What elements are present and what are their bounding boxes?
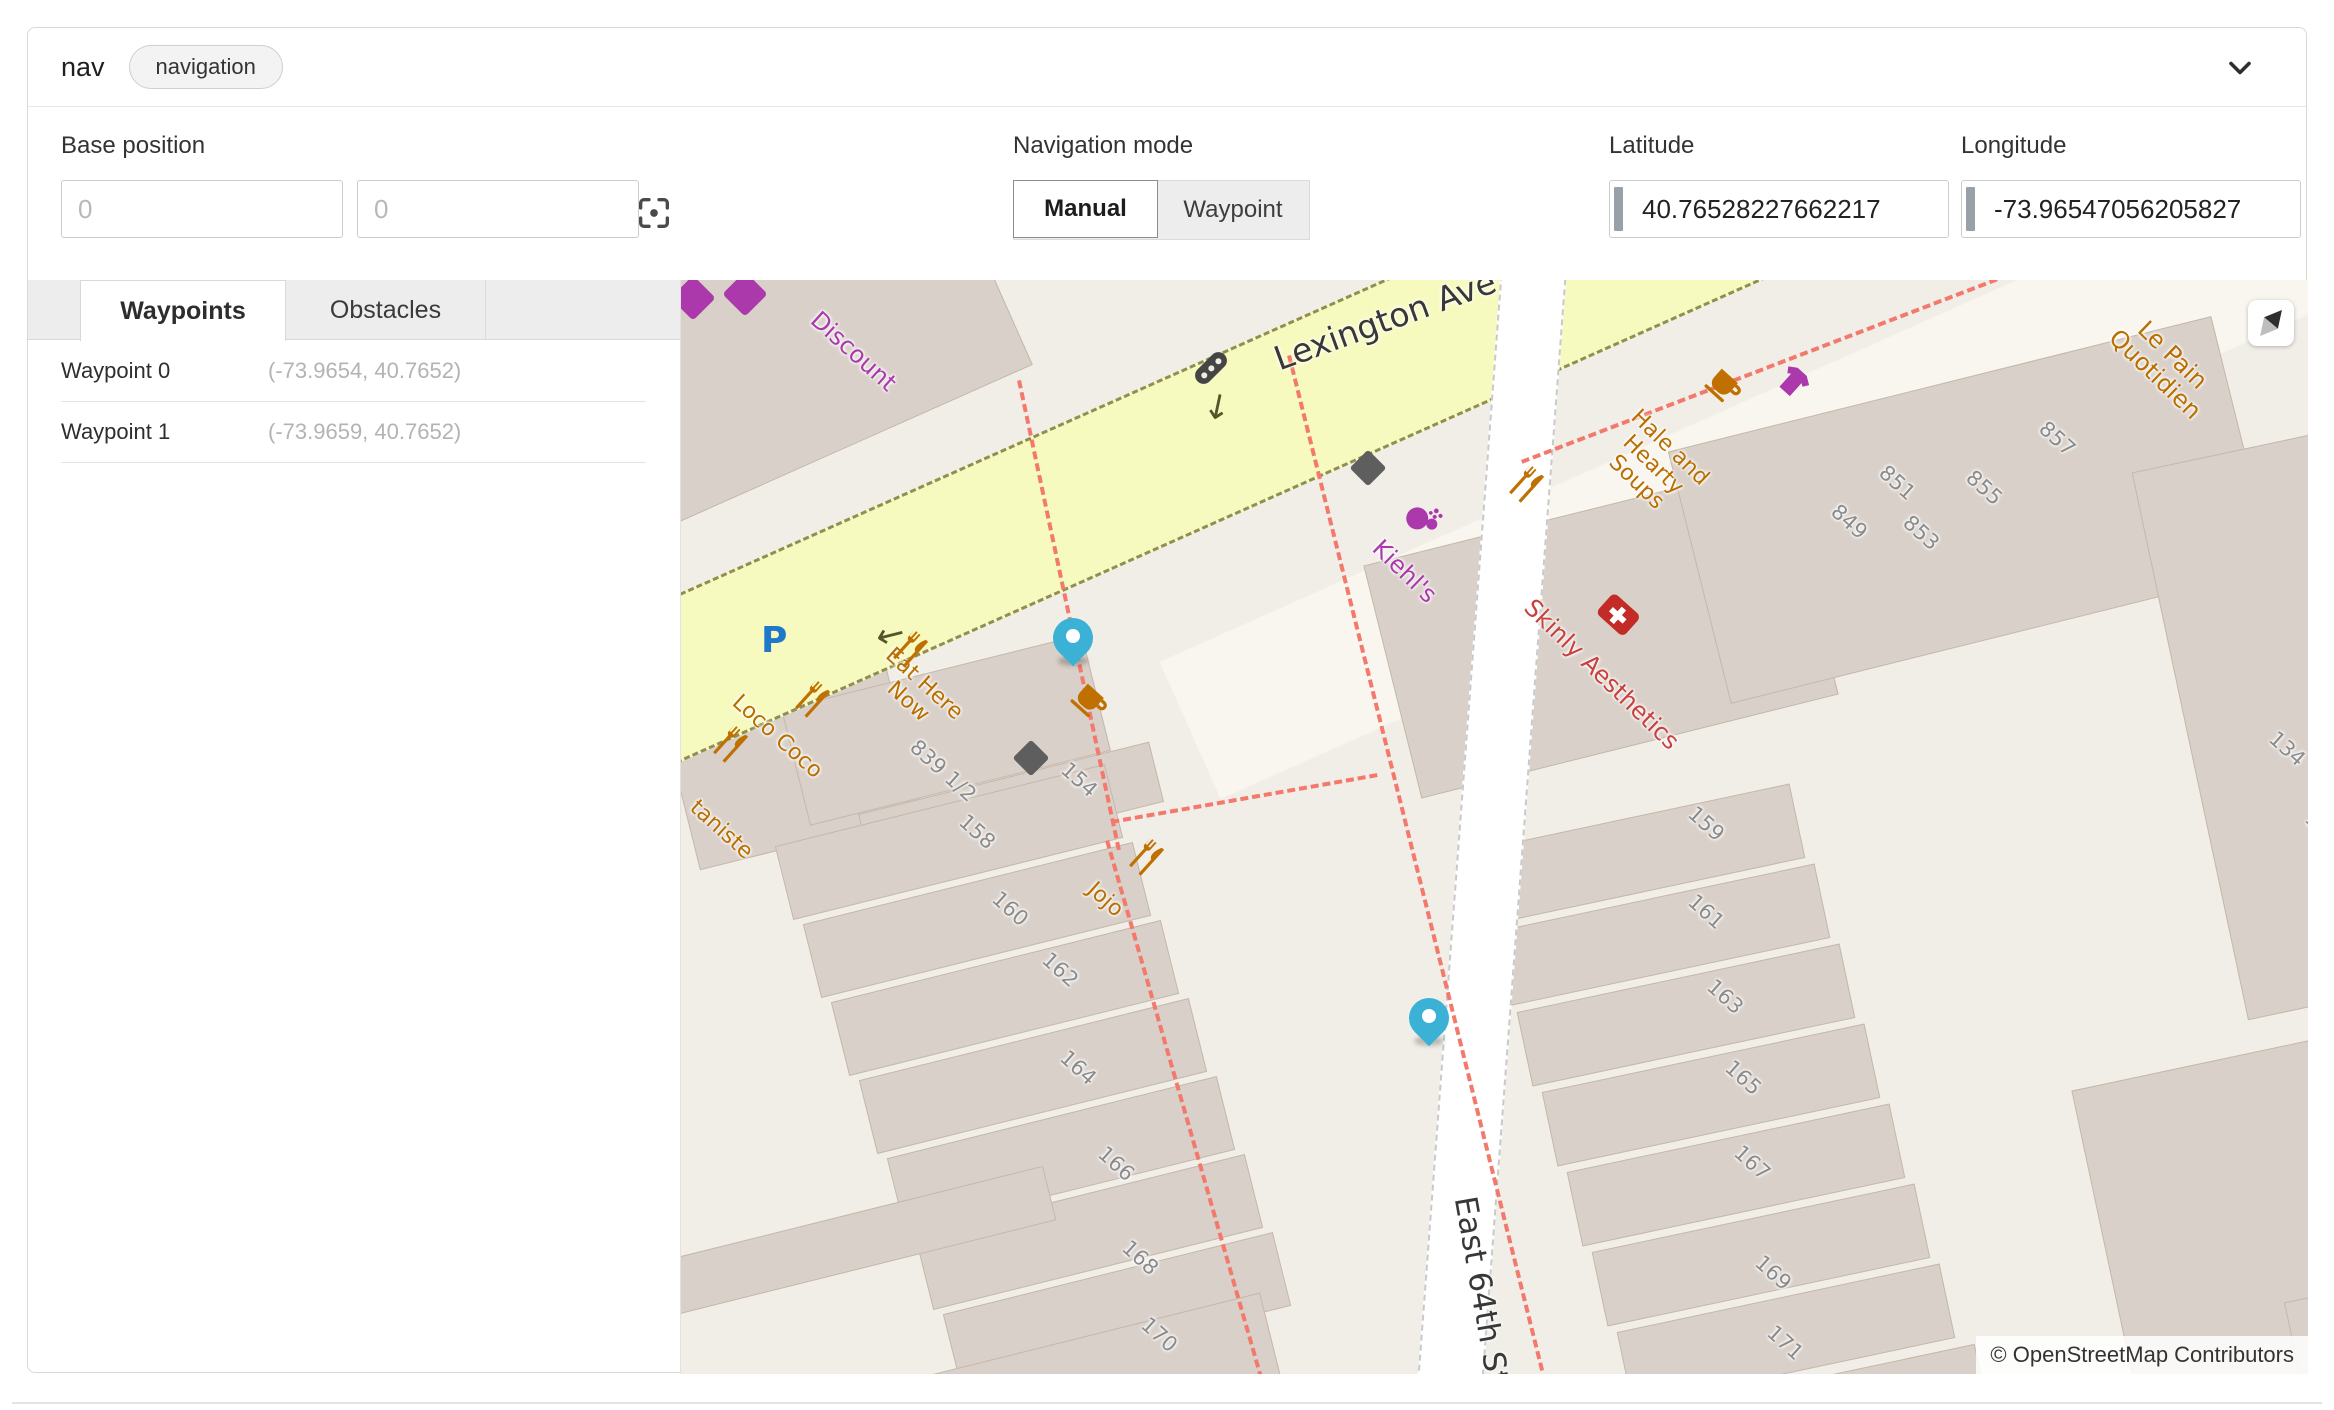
base-position-x-input[interactable] [61,180,343,238]
longitude-field [1961,180,2301,238]
navigation-mode-toggle: Manual Waypoint [1013,180,1310,240]
map-road-east-64th [1407,280,1574,1374]
waypoint-coords: (-73.9659, 40.7652) [268,419,461,445]
chevron-down-icon[interactable] [2222,50,2258,86]
tab-waypoints[interactable]: Waypoints [80,280,286,341]
base-position-label: Base position [61,132,205,160]
waypoint-list: Waypoint 0 (-73.9654, 40.7652) Waypoint … [61,341,646,463]
panel-title: nav [61,52,105,83]
panel-header: nav navigation [28,28,2306,107]
nav-panel-card: nav navigation Base position Navigation … [27,27,2307,1373]
latitude-input[interactable] [1609,180,1949,238]
waypoint-row[interactable]: Waypoint 0 (-73.9654, 40.7652) [61,341,646,402]
base-position-y-input[interactable] [357,180,639,238]
navigation-mode-label: Navigation mode [1013,132,1193,160]
tab-obstacles[interactable]: Obstacles [286,280,486,340]
waypoint-coords: (-73.9654, 40.7652) [268,358,461,384]
tab-bar: Waypoints Obstacles [28,280,680,340]
map-building [2071,1010,2308,1374]
latitude-label: Latitude [1609,132,1694,160]
waypoint-name: Waypoint 1 [61,419,268,445]
waypoint-marker-0[interactable] [1051,618,1095,662]
map-attribution: © OpenStreetMap Contributors [1976,1336,2308,1374]
longitude-label: Longitude [1961,132,2066,160]
navigation-badge: navigation [129,45,283,89]
locate-icon[interactable] [634,193,674,233]
map-building [2132,400,2308,1021]
map-canvas[interactable]: Lexington Ave East 64th St Discount Loco… [680,280,2308,1374]
section-divider [12,1402,2322,1404]
mode-manual-button[interactable]: Manual [1013,180,1158,238]
parking-icon: P [761,620,787,661]
mode-waypoint-button[interactable]: Waypoint [1157,181,1309,239]
waypoint-marker-1[interactable] [1407,998,1451,1042]
compass-icon[interactable] [2248,300,2294,346]
waypoint-row[interactable]: Waypoint 1 (-73.9659, 40.7652) [61,402,646,463]
longitude-input[interactable] [1961,180,2301,238]
waypoint-name: Waypoint 0 [61,358,268,384]
latitude-field [1609,180,1949,238]
